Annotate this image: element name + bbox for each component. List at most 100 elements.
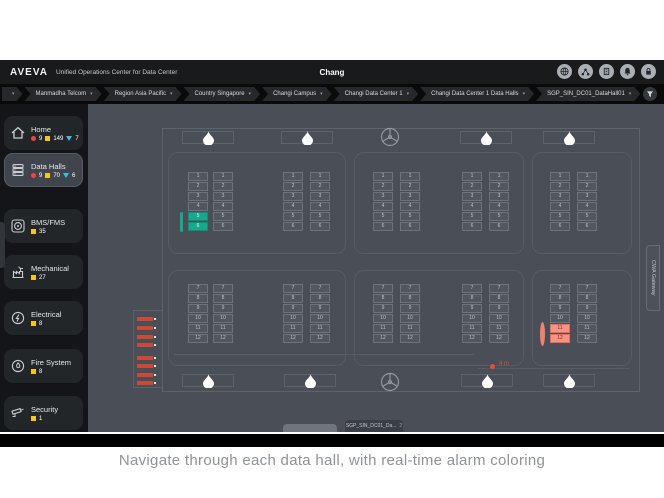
rack-top-g4-c2-4[interactable]: 4 — [489, 202, 509, 211]
rack-top-g3-c1-2[interactable]: 2 — [373, 182, 393, 191]
rack-top-g5-c1-3[interactable]: 3 — [550, 192, 570, 201]
rack-bottom-g2-c1-7[interactable]: 7 — [283, 284, 303, 293]
rack-top-g3-c1-1[interactable]: 1 — [373, 172, 393, 181]
rack-bottom-g1-c1-10[interactable]: 10 — [188, 314, 208, 323]
leak-sensor-icon[interactable] — [302, 131, 313, 150]
rack-bottom-g4-c1-10[interactable]: 10 — [462, 314, 482, 323]
rack-bottom-g2-c2-10[interactable]: 10 — [310, 314, 330, 323]
rack-top-g4-c1-5[interactable]: 5 — [462, 212, 482, 221]
rack-bottom-g2-c1-9[interactable]: 9 — [283, 304, 303, 313]
rack-top-g3-c2-5[interactable]: 5 — [400, 212, 420, 221]
rack-top-g1-c1-5[interactable]: 5 — [188, 212, 208, 221]
rack-top-g1-c2-5[interactable]: 5 — [213, 212, 233, 221]
rack-top-g4-c1-4[interactable]: 4 — [462, 202, 482, 211]
rack-top-g1-c2-1[interactable]: 1 — [213, 172, 233, 181]
breadcrumb-item-5[interactable]: Changi Data Center 1 Data Halls▾ — [420, 87, 534, 101]
rack-bottom-g2-c2-11[interactable]: 11 — [310, 324, 330, 333]
breadcrumb-item-4[interactable]: Changi Data Center 1▾ — [334, 87, 419, 101]
leak-sensor-icon[interactable] — [305, 374, 316, 393]
rack-bottom-g2-c1-11[interactable]: 11 — [283, 324, 303, 333]
breadcrumb-item-0[interactable]: Manmadha Telcom▾ — [25, 87, 102, 101]
rack-bottom-g5-c2-9[interactable]: 9 — [577, 304, 597, 313]
breadcrumb-stub[interactable]: ▾ — [2, 87, 23, 101]
rack-bottom-g3-c2-11[interactable]: 11 — [400, 324, 420, 333]
rack-bottom-g3-c2-7[interactable]: 7 — [400, 284, 420, 293]
rack-bottom-g5-c2-7[interactable]: 7 — [577, 284, 597, 293]
rack-bottom-g1-c1-8[interactable]: 8 — [188, 294, 208, 303]
pdu-alarm-bar-7[interactable] — [137, 373, 153, 377]
leak-sensor-icon[interactable] — [564, 131, 575, 150]
rack-bottom-g4-c1-8[interactable]: 8 — [462, 294, 482, 303]
rack-top-g1-c2-4[interactable]: 4 — [213, 202, 233, 211]
bottom-dock-tab[interactable] — [283, 424, 337, 432]
rack-top-g3-c2-1[interactable]: 1 — [400, 172, 420, 181]
rack-bottom-g5-c1-12[interactable]: 12 — [550, 334, 570, 343]
rack-top-g1-c1-3[interactable]: 3 — [188, 192, 208, 201]
pdu-alarm-bar-6[interactable] — [137, 364, 153, 368]
rack-bottom-g2-c2-7[interactable]: 7 — [310, 284, 330, 293]
rack-top-g4-c2-1[interactable]: 1 — [489, 172, 509, 181]
pdu-alarm-bar-5[interactable] — [137, 356, 153, 360]
rack-bottom-g4-c1-9[interactable]: 9 — [462, 304, 482, 313]
rack-top-g4-c1-6[interactable]: 6 — [462, 222, 482, 231]
rack-bottom-g4-c2-9[interactable]: 9 — [489, 304, 509, 313]
breadcrumb-item-1[interactable]: Region Asia Pacific▾ — [104, 87, 182, 101]
network-icon[interactable] — [578, 64, 593, 79]
datahall-dock-tab[interactable]: SGP_SIN_DC01_Da...2 — [345, 420, 403, 432]
sidebar-item-bms-fms[interactable]: BMS/FMS35 — [4, 209, 83, 243]
rack-top-g1-c2-6[interactable]: 6 — [213, 222, 233, 231]
rack-top-g5-c2-3[interactable]: 3 — [577, 192, 597, 201]
rack-top-g5-c2-6[interactable]: 6 — [577, 222, 597, 231]
rack-top-g5-c1-6[interactable]: 6 — [550, 222, 570, 231]
rack-top-g2-c2-1[interactable]: 1 — [310, 172, 330, 181]
rack-bottom-g3-c1-8[interactable]: 8 — [373, 294, 393, 303]
rack-bottom-g4-c2-10[interactable]: 10 — [489, 314, 509, 323]
rack-bottom-g3-c1-11[interactable]: 11 — [373, 324, 393, 333]
rack-bottom-g2-c2-8[interactable]: 8 — [310, 294, 330, 303]
rack-bottom-g1-c1-7[interactable]: 7 — [188, 284, 208, 293]
rack-top-g2-c1-2[interactable]: 2 — [283, 182, 303, 191]
rack-bottom-g1-c2-10[interactable]: 10 — [213, 314, 233, 323]
rack-top-g5-c1-1[interactable]: 1 — [550, 172, 570, 181]
fan-unit-icon-0[interactable] — [380, 127, 400, 152]
rack-bottom-g5-c1-7[interactable]: 7 — [550, 284, 570, 293]
rack-top-g5-c1-2[interactable]: 2 — [550, 182, 570, 191]
rack-top-g4-c2-5[interactable]: 5 — [489, 212, 509, 221]
rack-top-g3-c2-4[interactable]: 4 — [400, 202, 420, 211]
rack-top-g3-c1-5[interactable]: 5 — [373, 212, 393, 221]
rack-top-g1-c2-3[interactable]: 3 — [213, 192, 233, 201]
rack-bottom-g1-c1-9[interactable]: 9 — [188, 304, 208, 313]
rack-top-g1-c2-2[interactable]: 2 — [213, 182, 233, 191]
globe-icon[interactable] — [557, 64, 572, 79]
sidebar-item-electrical[interactable]: Electrical8 — [4, 301, 83, 335]
breadcrumb-item-3[interactable]: Changi Campus▾ — [262, 87, 332, 101]
rack-top-g5-c2-2[interactable]: 2 — [577, 182, 597, 191]
rack-top-g1-c1-6[interactable]: 6 — [188, 222, 208, 231]
rack-top-g3-c2-3[interactable]: 3 — [400, 192, 420, 201]
rack-top-g4-c2-2[interactable]: 2 — [489, 182, 509, 191]
leak-sensor-icon[interactable] — [203, 374, 214, 393]
rack-bottom-g5-c1-9[interactable]: 9 — [550, 304, 570, 313]
rack-bottom-g5-c2-10[interactable]: 10 — [577, 314, 597, 323]
rack-bottom-g3-c1-10[interactable]: 10 — [373, 314, 393, 323]
rack-top-g2-c1-6[interactable]: 6 — [283, 222, 303, 231]
rack-top-g2-c2-6[interactable]: 6 — [310, 222, 330, 231]
rack-top-g2-c1-3[interactable]: 3 — [283, 192, 303, 201]
building-icon[interactable] — [599, 64, 614, 79]
rack-bottom-g3-c2-10[interactable]: 10 — [400, 314, 420, 323]
sidebar-item-data-halls[interactable]: Data Halls9706 — [4, 153, 83, 187]
rack-top-g2-c1-4[interactable]: 4 — [283, 202, 303, 211]
rack-top-g2-c1-1[interactable]: 1 — [283, 172, 303, 181]
sidebar-item-mechanical[interactable]: Mechanical27 — [4, 255, 83, 289]
rack-bottom-g4-c2-8[interactable]: 8 — [489, 294, 509, 303]
rack-top-g4-c2-3[interactable]: 3 — [489, 192, 509, 201]
leak-sensor-icon[interactable] — [482, 374, 493, 393]
pdu-alarm-bar-2[interactable] — [137, 326, 153, 330]
rack-bottom-g2-c1-10[interactable]: 10 — [283, 314, 303, 323]
rack-bottom-g3-c2-9[interactable]: 9 — [400, 304, 420, 313]
rack-bottom-g1-c2-11[interactable]: 11 — [213, 324, 233, 333]
filter-icon[interactable] — [643, 87, 657, 101]
rack-bottom-g5-c1-11[interactable]: 11 — [550, 324, 570, 333]
rack-top-g2-c2-4[interactable]: 4 — [310, 202, 330, 211]
rack-top-g5-c2-1[interactable]: 1 — [577, 172, 597, 181]
